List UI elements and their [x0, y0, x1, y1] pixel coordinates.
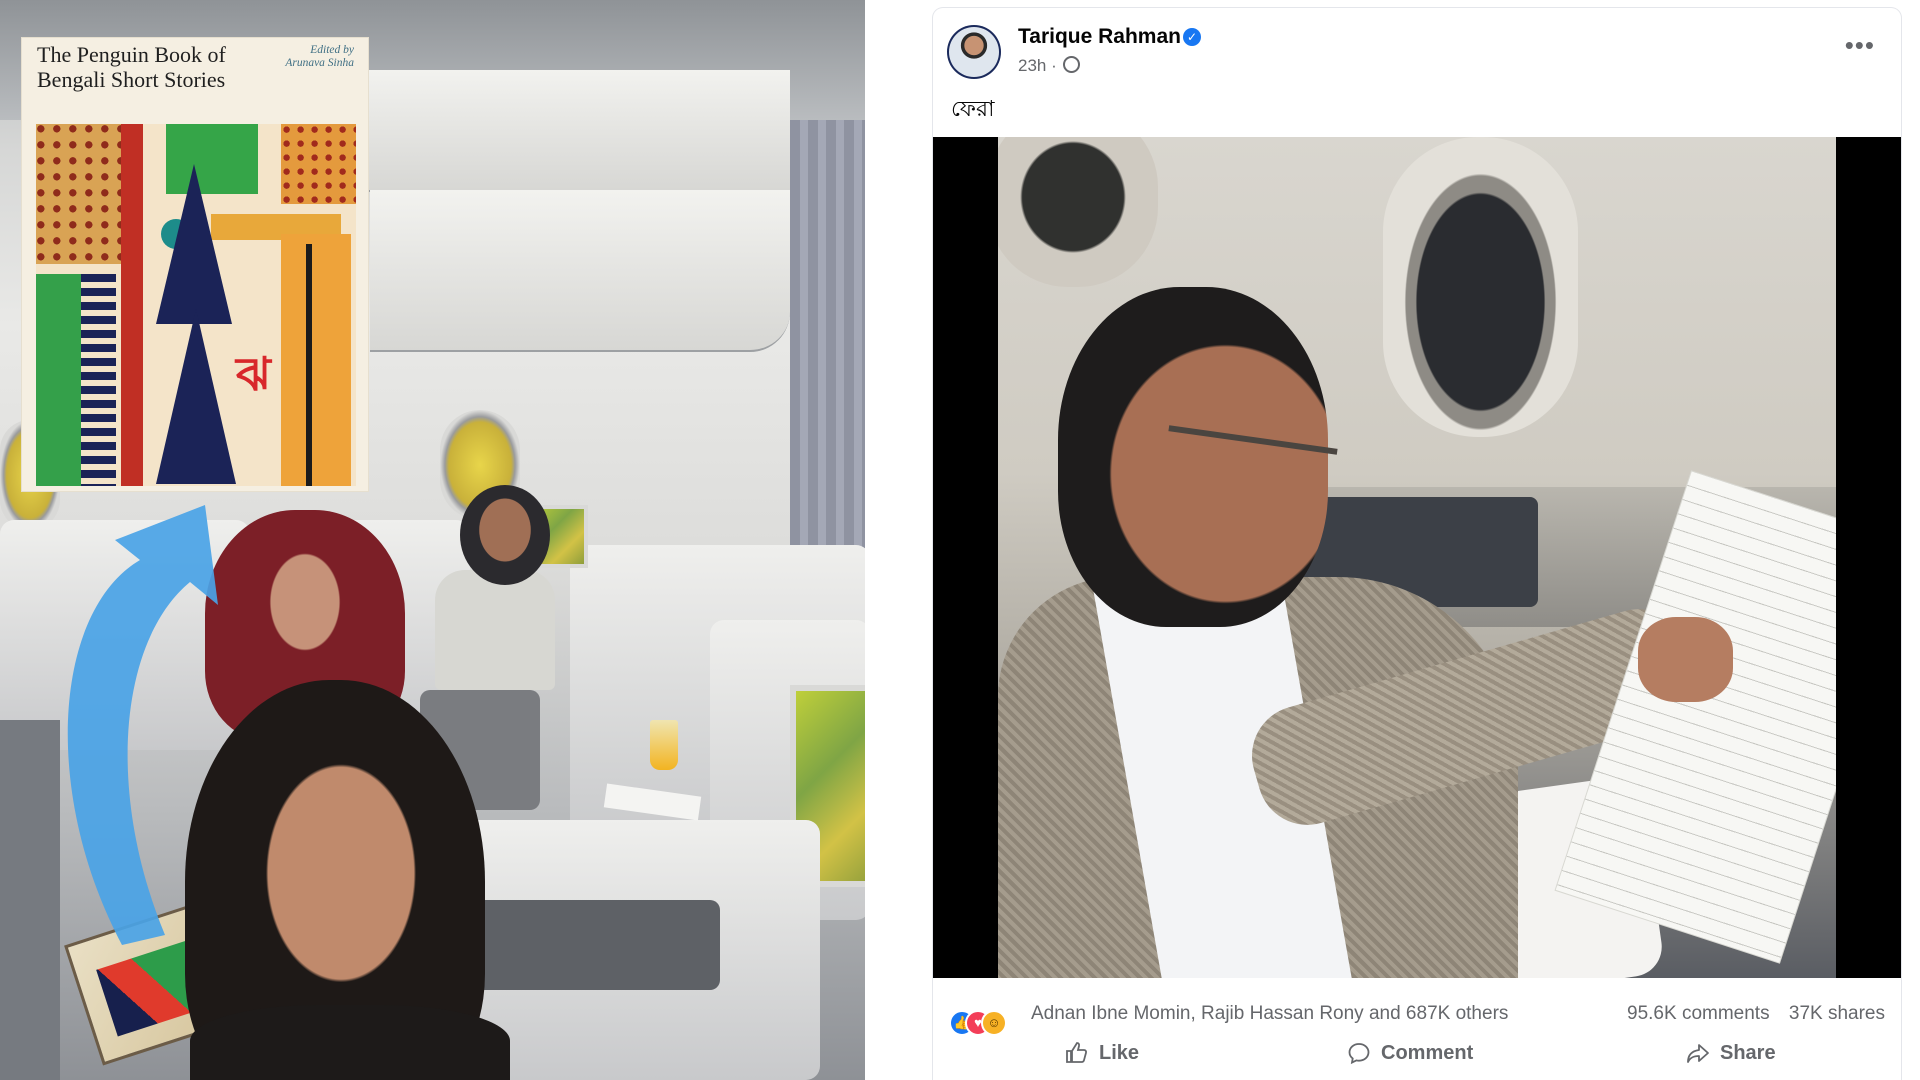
post-photo[interactable]: [933, 137, 1901, 978]
comment-label: Comment: [1381, 1041, 1474, 1064]
left-cabin-photo: The Penguin Book of Bengali Short Storie…: [0, 0, 865, 1080]
book-title: The Penguin Book of Bengali Short Storie…: [37, 42, 257, 92]
art-green-column: [36, 274, 81, 486]
art-zigzag: [81, 274, 116, 486]
comment-bubble-icon: [1348, 1043, 1370, 1065]
post-meta: 23h ·: [1018, 56, 1081, 76]
book-title-line2: Bengali Short Stories: [37, 67, 226, 92]
art-leopard-block-2: [281, 124, 356, 204]
art-black-line: [306, 244, 312, 486]
book-title-line1: The Penguin Book of: [37, 42, 226, 67]
book-cover: The Penguin Book of Bengali Short Storie…: [22, 38, 368, 491]
art-red-stripe: [121, 124, 143, 486]
art-orange-column: [281, 234, 351, 486]
share-button[interactable]: Share: [1686, 1041, 1776, 1065]
share-arrow-icon: [1687, 1044, 1709, 1063]
author-name[interactable]: Tarique Rahman: [1018, 25, 1181, 49]
art-leopard-block: [36, 124, 121, 264]
engagement-counts: 95.6K comments 37K shares: [1613, 1003, 1885, 1025]
plane-window: [1383, 137, 1578, 437]
facebook-post-card: Tarique Rahman ✓ 23h · ••• ফেরা 👍 ♥ ☺ Ad…: [933, 8, 1901, 1080]
art-bengali-glyph: ঝ: [236, 347, 271, 401]
book-editor: Edited by Arunava Sinha: [244, 44, 354, 70]
like-label: Like: [1099, 1041, 1140, 1064]
post-text: ফেরা: [951, 97, 995, 122]
post-timestamp[interactable]: 23h ·: [1018, 56, 1057, 75]
man-hand: [1638, 617, 1733, 702]
man-passenger: [460, 485, 550, 585]
art-triangle-top: [156, 164, 232, 324]
post-actions-bar: Like Comment Share: [933, 1033, 1901, 1077]
globe-icon: [1063, 56, 1081, 73]
art-triangle-bottom: [156, 309, 236, 484]
man-body: [435, 570, 555, 690]
more-options-icon[interactable]: •••: [1845, 32, 1875, 58]
comment-count[interactable]: 95.6K comments: [1627, 1003, 1770, 1024]
overhead-bin-lower: [370, 190, 790, 352]
share-label: Share: [1720, 1041, 1776, 1064]
reaction-names[interactable]: Adnan Ibne Momin, Rajib Hassan Rony and …: [1031, 1003, 1508, 1025]
juice-glass: [650, 720, 678, 770]
overhead-bin: [360, 70, 790, 192]
side-console: [0, 720, 60, 1080]
author-avatar[interactable]: [947, 25, 1001, 79]
man-head: [1058, 287, 1328, 627]
like-button[interactable]: Like: [1065, 1041, 1139, 1065]
post-photo-content: [998, 137, 1836, 978]
cabin-curtain: [790, 120, 865, 560]
book-editor-name: Arunava Sinha: [285, 57, 354, 69]
thumbs-up-icon: [1066, 1042, 1087, 1063]
book-editor-label: Edited by: [310, 44, 354, 56]
woman-black-top: [190, 1005, 510, 1080]
plane-window-left: [998, 137, 1158, 287]
book-cover-art: ঝ: [36, 124, 356, 486]
verified-badge-icon: ✓: [1183, 28, 1201, 46]
share-count[interactable]: 37K shares: [1789, 1003, 1885, 1024]
comment-button[interactable]: Comment: [1347, 1041, 1473, 1065]
